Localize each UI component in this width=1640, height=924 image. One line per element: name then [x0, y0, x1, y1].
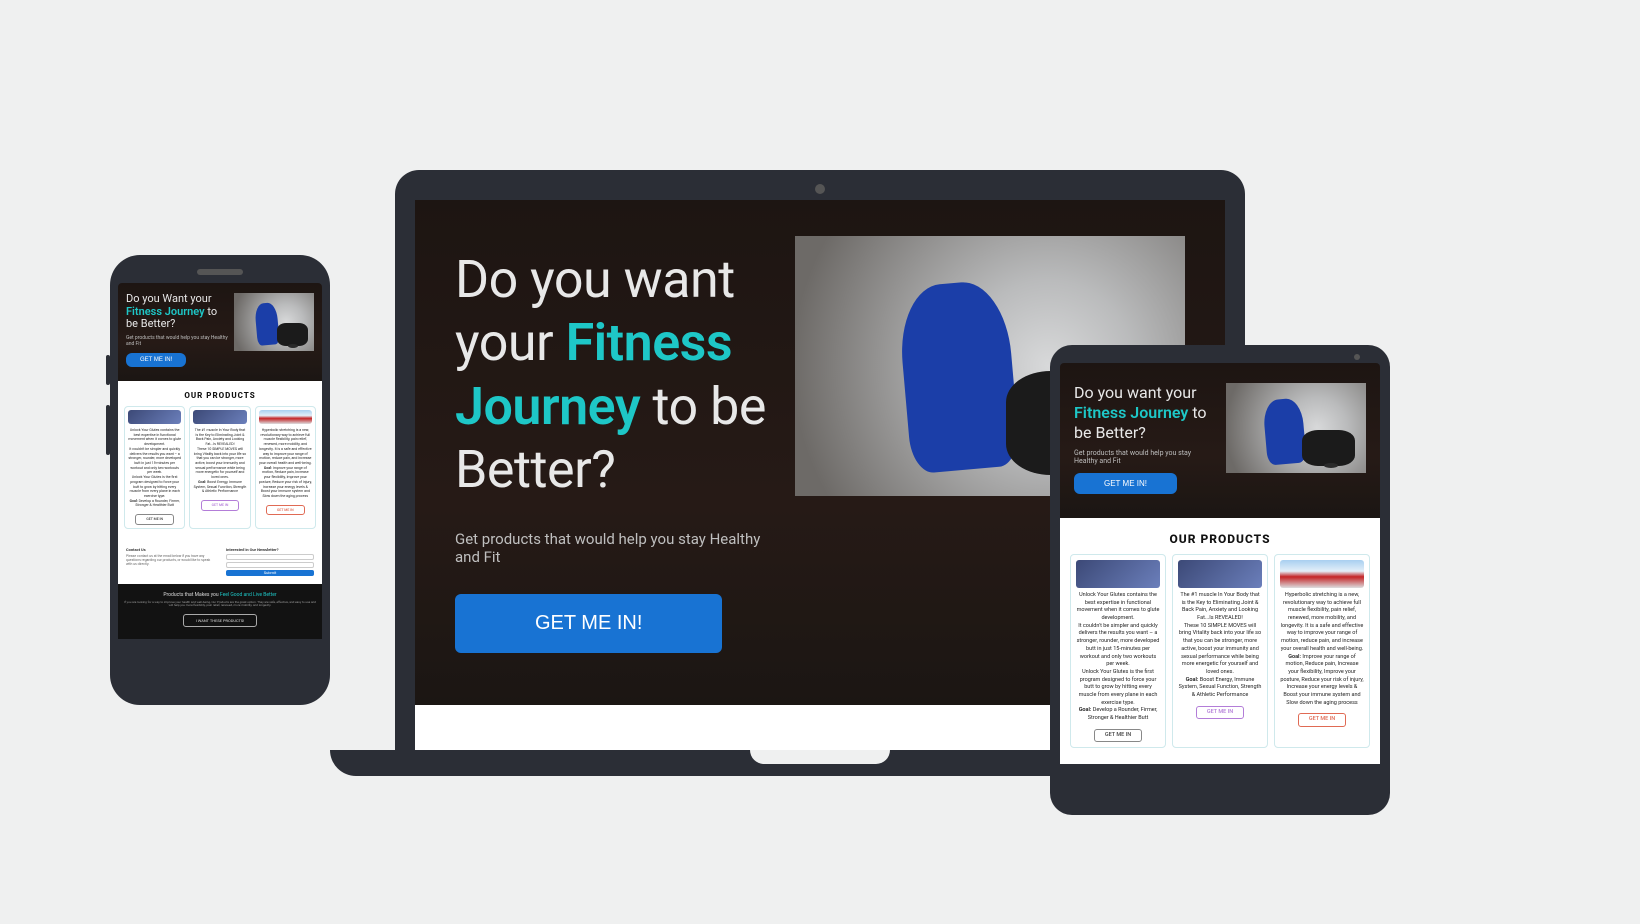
- product-desc: Unlock Your Glutes contains the best exp…: [128, 428, 181, 447]
- product-desc: Hyperbolic stretching is a new, revoluti…: [259, 428, 312, 466]
- product-card: Hyperbolic stretching is a new, revoluti…: [1274, 554, 1370, 748]
- get-me-in-button[interactable]: GET ME IN!: [1074, 473, 1177, 494]
- product-goal: Goal: Develop a Rounder, Firmer, Stronge…: [1076, 707, 1160, 722]
- tablet-mockup: Do you want your Fitness Journey to be B…: [1050, 345, 1390, 815]
- product-desc: The #1 muscle In Your Body that is the K…: [1178, 592, 1262, 623]
- get-me-in-button[interactable]: GET ME IN!: [455, 594, 722, 653]
- phone-side-button: [106, 355, 110, 385]
- product-card: The #1 muscle In Your Body that is the K…: [1172, 554, 1268, 748]
- hero-image: [1226, 383, 1366, 473]
- submit-button[interactable]: Submit: [226, 570, 314, 576]
- products-heading: OUR PRODUCTS: [1060, 532, 1380, 546]
- contact-section: Contact Us Please contact us at the emai…: [118, 541, 322, 584]
- phone-mockup: Do you Want your Fitness Journey to be B…: [110, 255, 330, 705]
- get-me-in-button[interactable]: GET ME IN!: [126, 353, 186, 367]
- product-cta-button[interactable]: GET ME IN: [1298, 713, 1346, 727]
- product-thumbnail: [193, 410, 246, 424]
- product-card: The #1 muscle In Your Body that is the K…: [189, 406, 250, 529]
- weight-plate-icon: [1324, 463, 1338, 468]
- product-desc: These 10 SIMPLE MOVES will bring Vitalit…: [193, 447, 246, 480]
- product-thumbnail: [1076, 560, 1160, 588]
- hero-title: Do you Want your Fitness Journey to be B…: [126, 293, 228, 331]
- contact-info: Contact Us Please contact us at the emai…: [126, 547, 214, 578]
- products-section: OUR PRODUCTS Unlock Your Glutes contains…: [1060, 518, 1380, 764]
- trainer-figure: [1262, 398, 1307, 466]
- product-goal: Goal: Improve your range of motion, Redu…: [1280, 654, 1364, 708]
- weight-plate-icon: [288, 344, 298, 348]
- product-goal: Goal: Boost Energy, Immune System, Sexua…: [1178, 677, 1262, 700]
- product-goal: Goal: Develop a Rounder, Firmer, Stronge…: [128, 499, 181, 508]
- products-row: Unlock Your Glutes contains the best exp…: [1060, 546, 1380, 748]
- hero-title-accent: Fitness Journey: [126, 305, 205, 318]
- footer-headline: Products that Makes you Feel Good and Li…: [124, 592, 316, 598]
- hero-section: Do you Want your Fitness Journey to be B…: [118, 283, 322, 381]
- hero-title: Do you want your Fitness Journey to be B…: [455, 248, 767, 502]
- product-thumbnail: [128, 410, 181, 424]
- product-goal: Goal: Boost Energy, Immune System, Sexua…: [193, 480, 246, 494]
- product-cta-button[interactable]: GET ME IN: [1196, 706, 1244, 720]
- footer-text: If you are looking for a way to improve …: [124, 601, 316, 608]
- phone-side-button: [106, 405, 110, 455]
- trainer-figure: [896, 278, 1021, 474]
- hero-subtitle: Get products that would help you stay He…: [126, 335, 228, 347]
- product-card: Hyperbolic stretching is a new, revoluti…: [255, 406, 316, 529]
- trainee-figure: [277, 323, 307, 346]
- footer-section: Products that Makes you Feel Good and Li…: [118, 584, 322, 639]
- hero-section: Do you want your Fitness Journey to be B…: [1060, 363, 1380, 518]
- products-section: OUR PRODUCTS Unlock Your Glutes contains…: [118, 381, 322, 541]
- contact-text: Please contact us at the email below if …: [126, 554, 214, 566]
- product-cta-button[interactable]: GET ME IN: [201, 500, 240, 511]
- newsletter-form: Interested in Our Newsletter? Submit: [226, 547, 314, 578]
- product-card: Unlock Your Glutes contains the best exp…: [1070, 554, 1166, 748]
- footer-cta-button[interactable]: I WANT THESE PRODUCTS!: [183, 614, 258, 627]
- hero-text: Do you Want your Fitness Journey to be B…: [126, 293, 228, 367]
- hero-title: Do you want your Fitness Journey to be B…: [1074, 383, 1216, 443]
- hero-text: Do you want your Fitness Journey to be B…: [1074, 383, 1216, 494]
- product-desc: It couldn't be simpler and quickly deliv…: [128, 447, 181, 475]
- hero-subtitle: Get products that would help you stay He…: [1074, 449, 1216, 465]
- product-desc: Hyperbolic stretching is a new, revoluti…: [1280, 592, 1364, 654]
- products-row: Unlock Your Glutes contains the best exp…: [118, 400, 322, 529]
- product-desc: It couldn't be simpler and quickly deliv…: [1076, 623, 1160, 669]
- product-cta-button[interactable]: GET ME IN: [1094, 729, 1142, 743]
- trainee-figure: [1302, 430, 1355, 466]
- email-input[interactable]: [226, 562, 314, 568]
- product-cta-button[interactable]: GET ME IN: [135, 514, 174, 525]
- hero-text: Do you want your Fitness Journey to be B…: [455, 248, 767, 653]
- product-thumbnail: [259, 410, 312, 424]
- products-heading: OUR PRODUCTS: [118, 391, 322, 400]
- product-card: Unlock Your Glutes contains the best exp…: [124, 406, 185, 529]
- hero-image: [234, 293, 314, 351]
- newsletter-heading: Interested in Our Newsletter?: [226, 547, 279, 552]
- contact-heading: Contact Us: [126, 547, 146, 552]
- product-thumbnail: [1280, 560, 1364, 588]
- tablet-viewport: Do you want your Fitness Journey to be B…: [1060, 363, 1380, 797]
- product-desc: The #1 muscle In Your Body that is the K…: [193, 428, 246, 447]
- hero-subtitle: Get products that would help you stay He…: [455, 530, 767, 566]
- hero-title-accent: Fitness Journey: [1074, 403, 1188, 422]
- product-cta-button[interactable]: GET ME IN: [266, 505, 305, 516]
- phone-viewport: Do you Want your Fitness Journey to be B…: [118, 283, 322, 677]
- hero-title-pre: Do you Want your: [126, 292, 212, 305]
- product-desc: Unlock Your Glutes is the first program …: [1076, 669, 1160, 707]
- product-desc: Unlock Your Glutes contains the best exp…: [1076, 592, 1160, 623]
- product-goal: Goal: Improve your range of motion, Redu…: [259, 466, 312, 499]
- product-desc: Unlock Your Glutes is the first program …: [128, 475, 181, 499]
- hero-title-pre: Do you want your: [1074, 383, 1197, 402]
- name-input[interactable]: [226, 554, 314, 560]
- product-desc: These 10 SIMPLE MOVES will bring Vitalit…: [1178, 623, 1262, 677]
- product-thumbnail: [1178, 560, 1262, 588]
